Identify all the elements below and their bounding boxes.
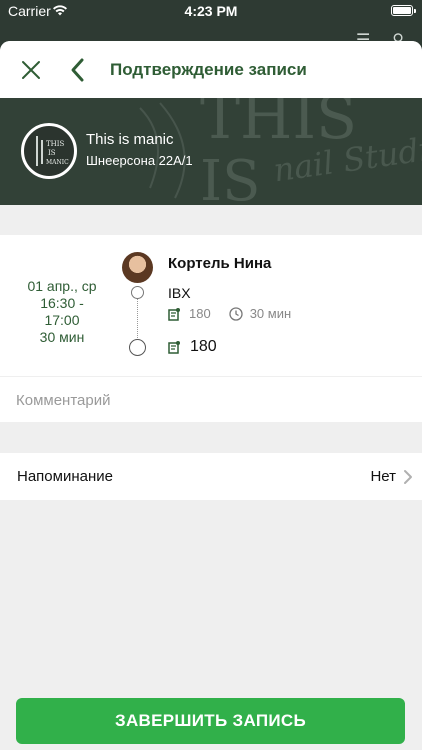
appointment-duration: 30 мин: [39, 329, 85, 345]
svg-text:IS: IS: [200, 149, 260, 205]
appointment-date: 01 апр., ср: [27, 278, 97, 294]
reminder-label: Напоминание: [17, 468, 113, 485]
close-icon[interactable]: [20, 59, 42, 81]
timeline-dot: [131, 286, 144, 299]
service-meta: 180 30 мин: [168, 306, 291, 321]
clock-time: 4:23 PM: [184, 3, 238, 19]
svg-text:THIS: THIS: [46, 140, 65, 148]
total-price: 180: [190, 338, 217, 355]
comment-row: [0, 377, 422, 422]
total-price-row: 180: [168, 338, 217, 356]
page-title: Подтверждение записи: [110, 60, 307, 79]
confirmation-sheet: Подтверждение записи THIS IS nail Studio…: [0, 41, 422, 750]
timeline-line: [137, 292, 138, 342]
status-bar: Carrier 4:23 PM: [0, 0, 422, 22]
service-name: IBX: [168, 285, 191, 301]
wallet-icon: [168, 307, 180, 321]
svg-text:IS: IS: [48, 149, 56, 157]
salon-address: Шнеерсона 22А/1: [86, 153, 193, 168]
master-avatar: [122, 252, 153, 283]
finish-booking-button[interactable]: ЗАВЕРШИТЬ ЗАПИСЬ: [16, 698, 405, 744]
service-duration: 30 мин: [249, 306, 292, 321]
reminder-value: Нет: [370, 468, 396, 485]
reminder-row[interactable]: Напоминание Нет: [0, 453, 422, 500]
back-chevron-icon[interactable]: [68, 56, 88, 84]
salon-name: This is manic: [86, 131, 174, 148]
salon-header: THIS IS nail Studio THIS IS MANIC This i…: [0, 98, 422, 205]
appointment-datetime: 01 апр., ср 16:30 - 17:00 30 мин: [14, 278, 110, 346]
chevron-right-icon: [404, 470, 412, 484]
salon-logo: THIS IS MANIC: [21, 123, 77, 179]
clock-icon: [229, 306, 243, 321]
svg-text:MANIC: MANIC: [46, 159, 69, 166]
navbar: Подтверждение записи: [0, 41, 422, 98]
timeline-end-dot: [129, 339, 146, 356]
appointment-time-range: 16:30 - 17:00: [40, 295, 84, 328]
wallet-icon: [168, 341, 180, 354]
battery-icon: [391, 5, 416, 16]
master-name: Кортель Нина: [168, 255, 272, 272]
appointment-card: 01 апр., ср 16:30 - 17:00 30 мин Кортель…: [0, 235, 422, 376]
service-price: 180: [189, 306, 211, 321]
comment-input[interactable]: [16, 389, 406, 411]
